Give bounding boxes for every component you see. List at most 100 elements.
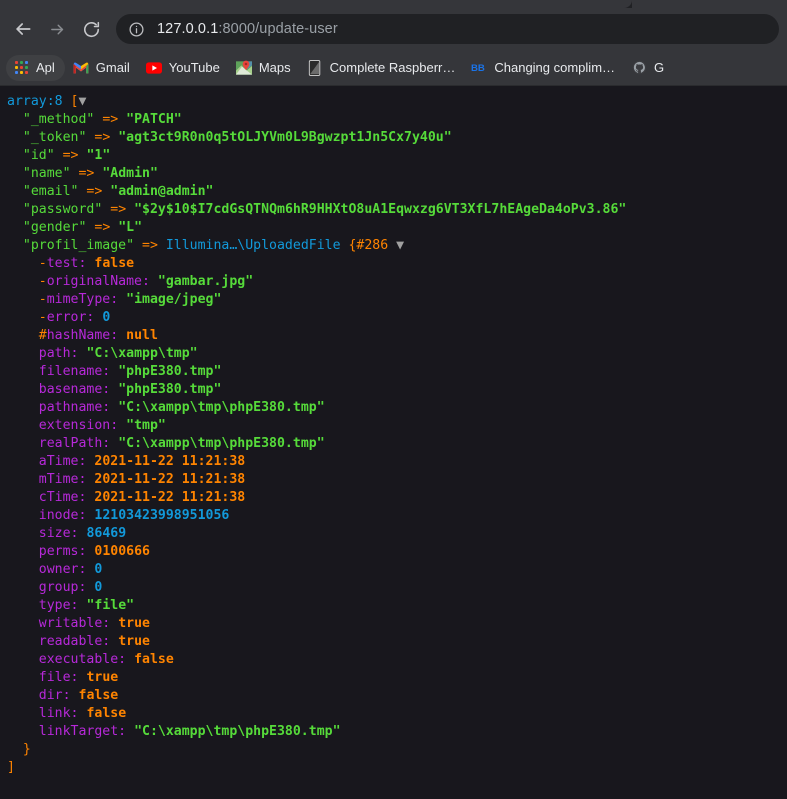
dump-property-value: "gambar.jpg" bbox=[157, 274, 254, 289]
dump-property: size: 86469 bbox=[7, 525, 787, 543]
bookmark-label: Maps bbox=[258, 60, 291, 75]
dump-entry: "_token" => "agt3ct9R0n0q5tOLJYVm0L9Bgwz… bbox=[7, 129, 787, 147]
bookmark-gmail[interactable]: Gmail bbox=[65, 55, 138, 81]
bookmark-apps[interactable]: Apl bbox=[6, 54, 65, 81]
dump-entry-key: "_token" bbox=[22, 130, 87, 145]
dump-close-bracket: ] bbox=[7, 760, 15, 775]
browser-window: 127.0.0.1:8000/update-user Apl Gmail You… bbox=[0, 0, 787, 86]
dump-property: path: "C:\xampp\tmp" bbox=[7, 345, 787, 363]
dump-property: -error: 0 bbox=[7, 309, 787, 327]
dump-property: #hashName: null bbox=[7, 327, 787, 345]
dump-colon: : bbox=[110, 292, 119, 307]
bookmark-maps[interactable]: Maps bbox=[228, 55, 299, 81]
dump-property: readable: true bbox=[7, 633, 787, 651]
dump-property-name: inode bbox=[38, 508, 79, 523]
url-host: 127.0.0.1 bbox=[157, 21, 219, 37]
github-icon bbox=[631, 60, 647, 76]
youtube-icon bbox=[145, 60, 162, 76]
forward-button[interactable] bbox=[42, 14, 72, 44]
dump-property-name: size bbox=[38, 526, 71, 541]
dump-close-brace: } bbox=[22, 742, 31, 757]
dump-property-name: writable bbox=[38, 616, 103, 631]
dump-property: perms: 0100666 bbox=[7, 543, 787, 561]
bb-icon: BB bbox=[471, 60, 487, 76]
dump-object-id: {#286 bbox=[348, 238, 389, 253]
back-button[interactable] bbox=[8, 14, 38, 44]
dump-property: linkTarget: "C:\xampp\tmp\phpE380.tmp" bbox=[7, 723, 787, 741]
dump-property-name: originalName bbox=[46, 274, 142, 289]
dump-colon: : bbox=[118, 724, 127, 739]
dump-property-value: "C:\xampp\tmp\phpE380.tmp" bbox=[118, 400, 325, 415]
raspberry-doc-icon bbox=[307, 59, 323, 76]
dump-property-value: true bbox=[118, 634, 150, 649]
dump-property-value: false bbox=[78, 688, 119, 703]
dump-property-name: executable bbox=[38, 652, 119, 667]
dump-property-name: hashName bbox=[46, 328, 111, 343]
active-tab[interactable] bbox=[0, 0, 632, 8]
dump-property-value: "C:\xampp\tmp\phpE380.tmp" bbox=[134, 724, 341, 739]
reload-button[interactable] bbox=[76, 14, 106, 44]
url-text: 127.0.0.1:8000/update-user bbox=[157, 21, 338, 37]
bookmark-label: G bbox=[654, 60, 665, 75]
dump-property-value: false bbox=[86, 706, 127, 721]
dump-property-value: 12103423998951056 bbox=[94, 508, 230, 523]
bookmark-label: Gmail bbox=[95, 60, 130, 75]
dump-property-name: file bbox=[38, 670, 71, 685]
dump-property-name: link bbox=[38, 706, 71, 721]
dump-property-name: extension bbox=[38, 418, 111, 433]
dump-entry-key: "_method" bbox=[22, 112, 95, 127]
dump-entry-value: "$2y$10$I7cdGsQTNQm6hR9HHXtO8uA1Eqwxzg6V… bbox=[134, 202, 627, 217]
dump-property-name: linkTarget bbox=[38, 724, 119, 739]
dump-entry-value: "PATCH" bbox=[126, 112, 182, 127]
dump-object-close: } bbox=[7, 741, 787, 759]
bookmark-label: Changing complim… bbox=[494, 60, 616, 75]
dump-property: dir: false bbox=[7, 687, 787, 705]
dump-entry: "gender" => "L" bbox=[7, 219, 787, 237]
maps-icon bbox=[235, 60, 252, 76]
dump-property-value: "image/jpeg" bbox=[126, 292, 222, 307]
dump-property-name: path bbox=[38, 346, 71, 361]
bookmark-github[interactable]: G bbox=[623, 55, 672, 81]
bookmark-youtube[interactable]: YouTube bbox=[138, 55, 228, 81]
dump-object-toggle[interactable]: ▼ bbox=[396, 238, 404, 253]
bookmark-complete-raspberry[interactable]: Complete Raspberr… bbox=[299, 55, 464, 81]
dump-property-value: 86469 bbox=[86, 526, 127, 541]
dump-arrow: => bbox=[94, 220, 111, 235]
dump-entry: "name" => "Admin" bbox=[7, 165, 787, 183]
dump-property-value: true bbox=[118, 616, 150, 631]
dump-property-value: 0 bbox=[94, 580, 103, 595]
dump-colon: : bbox=[110, 328, 119, 343]
dump-property-value: "tmp" bbox=[126, 418, 166, 433]
svg-text:BB: BB bbox=[471, 63, 485, 74]
dump-property-name: test bbox=[46, 256, 79, 271]
dump-property-name: readable bbox=[38, 634, 103, 649]
dump-property-name: basename bbox=[38, 382, 103, 397]
dump-arrow: => bbox=[78, 166, 95, 181]
dump-property-name: perms bbox=[38, 544, 79, 559]
dump-property-visibility: - bbox=[38, 274, 47, 289]
dump-arrow: => bbox=[86, 184, 103, 199]
dump-property: -test: false bbox=[7, 255, 787, 273]
dump-property-value: false bbox=[134, 652, 174, 667]
browser-toolbar: 127.0.0.1:8000/update-user bbox=[0, 8, 787, 50]
bookmark-label: YouTube bbox=[168, 60, 220, 75]
dump-property-name: mimeType bbox=[46, 292, 111, 307]
dump-arrow: => bbox=[62, 148, 79, 163]
back-arrow-icon bbox=[16, 23, 31, 35]
dump-entry-value: "agt3ct9R0n0q5tOLJYVm0L9Bgwzpt1Jn5Cx7y40… bbox=[118, 130, 452, 145]
dump-entry-key: "name" bbox=[22, 166, 71, 181]
dump-entry-key: "gender" bbox=[22, 220, 87, 235]
dump-property: filename: "phpE380.tmp" bbox=[7, 363, 787, 381]
bookmark-changing-compliments[interactable]: BB Changing complim… bbox=[463, 55, 623, 81]
dump-property-name: aTime bbox=[38, 454, 79, 469]
page-content: array:8 [▼ "_method" => "PATCH" "_token"… bbox=[0, 86, 787, 790]
dump-property: owner: 0 bbox=[7, 561, 787, 579]
gmail-icon bbox=[73, 60, 89, 76]
dump-property-value: "phpE380.tmp" bbox=[118, 382, 222, 397]
dump-property: extension: "tmp" bbox=[7, 417, 787, 435]
address-bar[interactable]: 127.0.0.1:8000/update-user bbox=[116, 14, 779, 44]
dump-property-visibility: - bbox=[38, 256, 47, 271]
dump-root-toggle[interactable]: ▼ bbox=[78, 94, 86, 109]
dump-object-header: "profil_image" => Illumina…\UploadedFile… bbox=[7, 237, 787, 255]
site-info-icon[interactable] bbox=[128, 21, 145, 38]
